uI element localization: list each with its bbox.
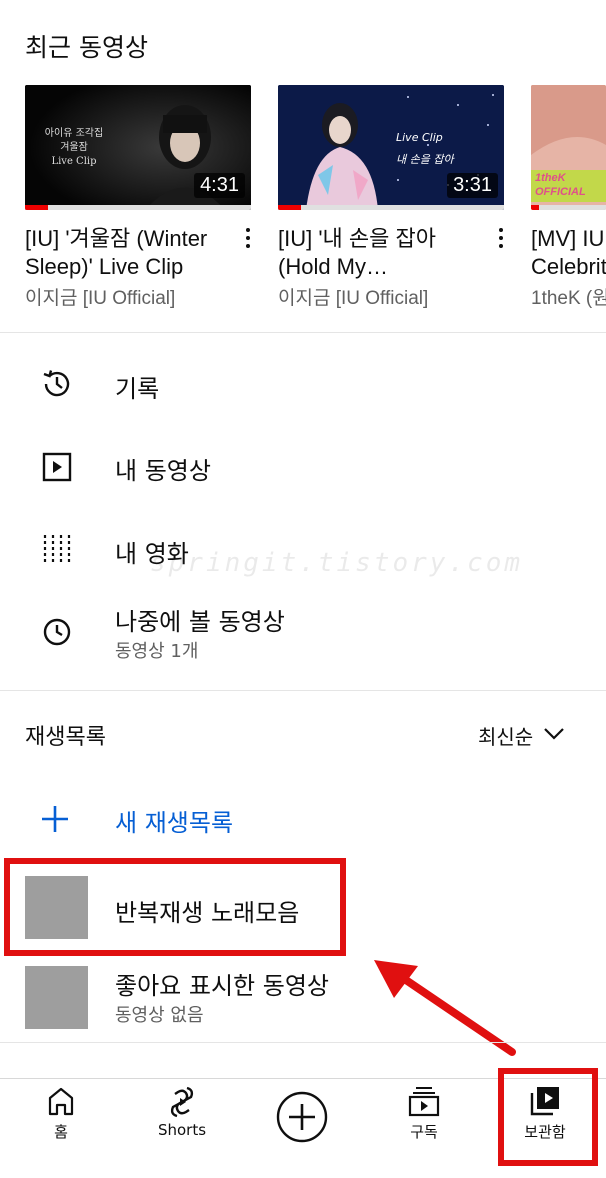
new-playlist-button[interactable]: 새 재생목록	[115, 803, 233, 838]
liked-videos-count: 동영상 없음	[115, 1005, 204, 1026]
more-options-icon[interactable]	[496, 228, 506, 250]
video-thumbnail-3[interactable]: 1theK OFFICIAL	[531, 85, 606, 210]
watch-progress	[25, 205, 251, 210]
create-button[interactable]	[252, 1090, 352, 1148]
film-icon	[40, 533, 74, 567]
clock-icon	[40, 615, 74, 649]
playlist-thumbnail	[25, 966, 88, 1029]
chevron-down-icon	[543, 726, 565, 745]
thumbnail-caption: 아이유 조각집 겨울잠 Live Clip	[44, 128, 104, 167]
menu-item-history[interactable]: 기록	[115, 369, 159, 404]
more-options-icon[interactable]	[243, 228, 253, 250]
recent-videos-title: 최근 동영상	[25, 33, 148, 62]
nav-shorts-label: Shorts	[157, 1121, 207, 1139]
video-channel: 이지금 [IU Official]	[25, 288, 176, 309]
watch-progress	[278, 205, 504, 210]
annotation-highlight-box	[498, 1068, 598, 1166]
divider	[0, 332, 606, 333]
create-plus-icon	[252, 1090, 352, 1148]
video-thumbnail-2[interactable]: Live Clip 내 손을 잡아 3:31	[278, 85, 504, 210]
nav-home-label: 홈	[54, 1123, 68, 1141]
subscriptions-icon	[374, 1085, 474, 1121]
video-channel: 이지금 [IU Official]	[278, 288, 429, 309]
history-icon	[40, 367, 74, 401]
nav-home[interactable]: 홈	[11, 1085, 111, 1142]
thumbnail-caption: Live Clip 내 손을 잡아	[396, 131, 454, 166]
nav-shorts[interactable]: Shorts	[132, 1085, 232, 1139]
video-title[interactable]: [MV] IU Celebrit	[531, 225, 606, 281]
playlists-title: 재생목록	[25, 725, 106, 750]
add-icon	[38, 802, 72, 840]
video-duration: 3:31	[447, 173, 498, 198]
divider	[0, 690, 606, 691]
home-icon	[11, 1085, 111, 1121]
sort-dropdown[interactable]: 최신순	[478, 721, 565, 750]
watch-later-count: 동영상 1개	[115, 641, 199, 662]
annotation-arrow	[374, 960, 516, 1056]
video-title[interactable]: [IU] '내 손을 잡아(Hold My…	[278, 225, 478, 281]
video-channel: 1theK (원	[531, 288, 606, 309]
video-title[interactable]: [IU] '겨울잠 (Winter Sleep)' Live Clip	[25, 225, 225, 281]
shorts-icon	[132, 1085, 232, 1121]
video-duration: 4:31	[194, 173, 245, 198]
nav-subscriptions[interactable]: 구독	[374, 1085, 474, 1142]
sort-label: 최신순	[478, 725, 534, 749]
play-square-icon	[40, 450, 74, 484]
annotation-highlight-box	[4, 858, 346, 956]
watch-progress	[531, 205, 606, 210]
watermark-text: springit.tistory.com	[150, 548, 524, 578]
video-thumbnail-1[interactable]: 아이유 조각집 겨울잠 Live Clip 4:31	[25, 85, 251, 210]
playlist-item-liked-videos[interactable]: 좋아요 표시한 동영상	[115, 966, 329, 1001]
thumbnail-caption: 1theK OFFICIAL	[535, 172, 586, 198]
nav-subscriptions-label: 구독	[410, 1123, 438, 1141]
divider	[0, 1042, 606, 1043]
menu-item-watch-later[interactable]: 나중에 볼 동영상	[115, 602, 285, 637]
menu-item-my-videos[interactable]: 내 동영상	[115, 451, 211, 486]
